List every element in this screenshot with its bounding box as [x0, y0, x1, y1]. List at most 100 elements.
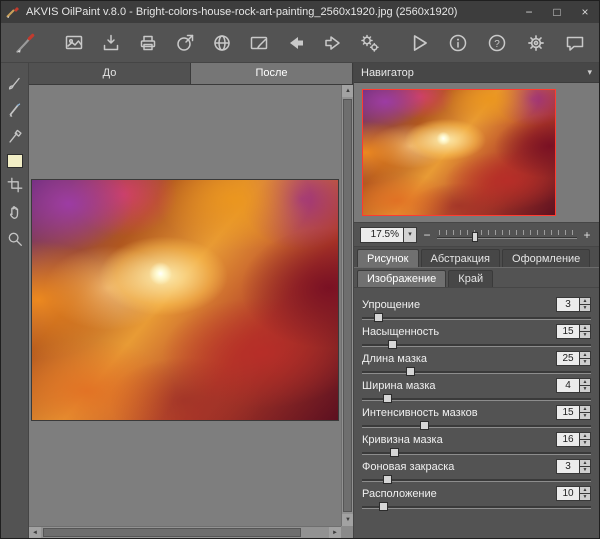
open-image-icon[interactable]: [60, 29, 87, 57]
info-icon[interactable]: [445, 29, 472, 57]
parameter-slider[interactable]: [362, 475, 591, 486]
navigator-thumbnail[interactable]: [362, 89, 556, 216]
spinner-down-icon[interactable]: ▼: [580, 439, 591, 447]
spinner-down-icon[interactable]: ▼: [580, 493, 591, 501]
postcard-icon[interactable]: [245, 29, 272, 57]
spinner-down-icon[interactable]: ▼: [580, 331, 591, 339]
horizontal-scroll-thumb[interactable]: [43, 528, 301, 537]
horizontal-scrollbar[interactable]: ◄ ►: [29, 526, 341, 538]
zoom-tool-icon[interactable]: [5, 229, 25, 249]
spinner-down-icon[interactable]: ▼: [580, 385, 591, 393]
slider-thumb[interactable]: [387, 340, 397, 349]
forward-arrow-icon[interactable]: [320, 29, 347, 57]
share-icon[interactable]: [171, 29, 198, 57]
help-icon[interactable]: ?: [484, 29, 511, 57]
vertical-scrollbar[interactable]: ▲ ▼: [341, 85, 353, 526]
spinner-up-icon[interactable]: ▲: [580, 405, 591, 412]
history-brush-tool-icon[interactable]: [5, 127, 25, 147]
parameter-spinbox[interactable]: 15 ▲ ▼: [556, 324, 591, 339]
spinner-down-icon[interactable]: ▼: [580, 358, 591, 366]
navigator-visible-frame[interactable]: [362, 89, 556, 216]
minimize-button[interactable]: −: [515, 1, 543, 23]
tab-after[interactable]: После: [191, 63, 353, 84]
run-icon[interactable]: [406, 29, 433, 57]
print-icon[interactable]: [134, 29, 161, 57]
parameter-spinbox[interactable]: 3 ▲ ▼: [556, 459, 591, 474]
spinner-up-icon[interactable]: ▲: [580, 486, 591, 493]
tab-before[interactable]: До: [29, 63, 191, 84]
parameter-value[interactable]: 10: [556, 486, 580, 501]
parameter-spinbox[interactable]: 3 ▲ ▼: [556, 297, 591, 312]
spinner-up-icon[interactable]: ▲: [580, 432, 591, 439]
spinner-up-icon[interactable]: ▲: [580, 324, 591, 331]
spinner-up-icon[interactable]: ▲: [580, 297, 591, 304]
canvas-viewport[interactable]: ▲ ▼ ◄ ►: [29, 85, 353, 538]
close-button[interactable]: ×: [571, 1, 599, 23]
parameter-slider[interactable]: [362, 340, 591, 351]
zoom-in-button[interactable]: +: [581, 227, 593, 243]
parameter-value[interactable]: 3: [556, 297, 580, 312]
slider-thumb[interactable]: [406, 367, 416, 376]
slider-thumb[interactable]: [419, 421, 429, 430]
tab-drawing[interactable]: Рисунок: [357, 249, 419, 267]
scroll-left-icon[interactable]: ◄: [29, 527, 41, 538]
back-arrow-icon[interactable]: [282, 29, 309, 57]
slider-thumb[interactable]: [374, 313, 384, 322]
slider-thumb[interactable]: [383, 394, 393, 403]
web-globe-icon[interactable]: [208, 29, 235, 57]
slider-thumb[interactable]: [378, 502, 388, 511]
parameter-spinbox[interactable]: 16 ▲ ▼: [556, 432, 591, 447]
zoom-dropdown-icon[interactable]: ▾: [404, 226, 417, 243]
parameter-value[interactable]: 3: [556, 459, 580, 474]
feedback-bubble-icon[interactable]: [562, 29, 589, 57]
parameter-slider[interactable]: [362, 367, 591, 378]
maximize-button[interactable]: □: [543, 1, 571, 23]
scroll-right-icon[interactable]: ►: [329, 527, 341, 538]
scroll-down-icon[interactable]: ▼: [342, 514, 353, 526]
spinner-down-icon[interactable]: ▼: [580, 412, 591, 420]
spinner-down-icon[interactable]: ▼: [580, 304, 591, 312]
parameter-spinbox[interactable]: 15 ▲ ▼: [556, 405, 591, 420]
save-image-icon[interactable]: [97, 29, 124, 57]
tab-abstraction[interactable]: Абстракция: [420, 249, 501, 267]
preferences-gear-icon[interactable]: [523, 29, 550, 57]
tab-decoration[interactable]: Оформление: [502, 249, 591, 267]
image-preview[interactable]: [31, 179, 339, 421]
slider-thumb[interactable]: [390, 448, 400, 457]
spinner-up-icon[interactable]: ▲: [580, 351, 591, 358]
smudge-tool-icon[interactable]: [5, 100, 25, 120]
parameter-spinbox[interactable]: 4 ▲ ▼: [556, 378, 591, 393]
parameter-slider[interactable]: [362, 421, 591, 432]
zoom-out-button[interactable]: −: [421, 227, 433, 243]
parameter-value[interactable]: 16: [556, 432, 580, 447]
parameter-slider[interactable]: [362, 502, 591, 513]
parameter-value[interactable]: 4: [556, 378, 580, 393]
navigator-collapse-icon[interactable]: ▾: [587, 67, 592, 78]
slider-thumb[interactable]: [383, 475, 393, 484]
spinner-up-icon[interactable]: ▲: [580, 459, 591, 466]
parameter-spinbox[interactable]: 25 ▲ ▼: [556, 351, 591, 366]
parameter-slider[interactable]: [362, 313, 591, 324]
zoom-slider-thumb[interactable]: [472, 231, 478, 242]
batch-processing-gears-icon[interactable]: [357, 29, 384, 57]
navigator-header[interactable]: Навигатор ▾: [354, 63, 599, 83]
parameter-slider[interactable]: [362, 394, 591, 405]
spinner-down-icon[interactable]: ▼: [580, 466, 591, 474]
parameter-value[interactable]: 25: [556, 351, 580, 366]
parameter-spinbox[interactable]: 10 ▲ ▼: [556, 486, 591, 501]
color-swatch[interactable]: [6, 154, 23, 168]
brush-tool-icon[interactable]: [5, 73, 25, 93]
crop-tool-icon[interactable]: [5, 175, 25, 195]
zoom-combobox[interactable]: 17.5% ▾: [360, 226, 417, 243]
hand-tool-icon[interactable]: [5, 202, 25, 222]
parameter-slider[interactable]: [362, 448, 591, 459]
scroll-up-icon[interactable]: ▲: [342, 85, 353, 97]
zoom-slider[interactable]: [437, 228, 577, 242]
parameter-value[interactable]: 15: [556, 324, 580, 339]
parameter-value[interactable]: 15: [556, 405, 580, 420]
spinner-up-icon[interactable]: ▲: [580, 378, 591, 385]
subtab-image[interactable]: Изображение: [357, 270, 447, 287]
zoom-value[interactable]: 17.5%: [360, 226, 404, 243]
vertical-scroll-thumb[interactable]: [343, 99, 352, 512]
subtab-edge[interactable]: Край: [448, 270, 494, 287]
